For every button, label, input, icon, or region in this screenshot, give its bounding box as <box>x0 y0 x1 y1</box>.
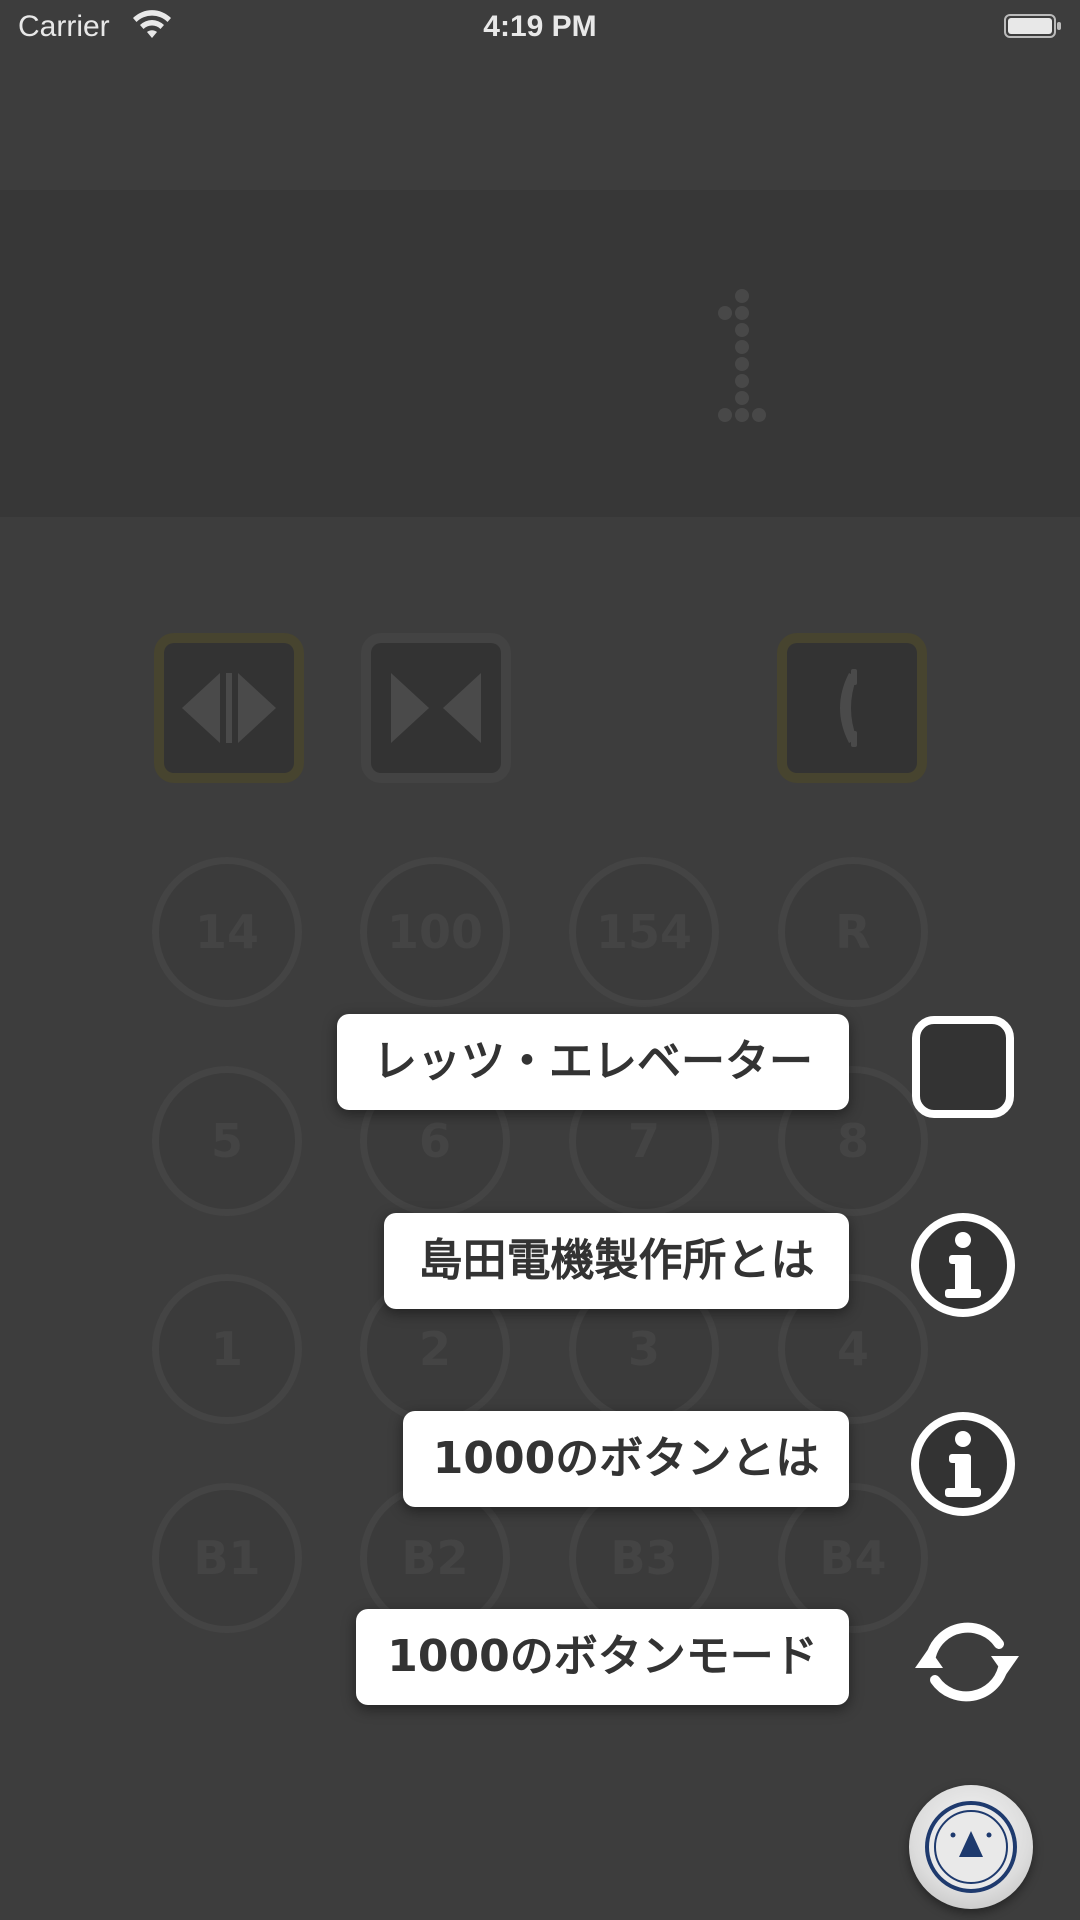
floor-button-5[interactable]: 5 <box>152 1066 302 1216</box>
emergency-call-button[interactable] <box>787 643 917 773</box>
status-bar: Carrier 4:19 PM <box>0 0 1080 54</box>
door-close-icon <box>391 673 481 743</box>
menu-label-1000-button-mode[interactable]: 1000のボタンモード <box>356 1609 849 1705</box>
refresh-icon[interactable] <box>907 1606 1027 1718</box>
floor-button-154[interactable]: 154 <box>569 857 719 1007</box>
floor-button-14[interactable]: 14 <box>152 857 302 1007</box>
floor-button-r[interactable]: R <box>778 857 928 1007</box>
door-open-icon <box>182 673 276 743</box>
clock: 4:19 PM <box>483 10 597 43</box>
door-close-button[interactable] <box>371 643 501 773</box>
menu-fab-button[interactable] <box>909 1785 1033 1909</box>
dot-matrix-digit <box>718 289 766 422</box>
door-open-button[interactable] <box>164 643 294 773</box>
floor-button-1[interactable]: 1 <box>152 1274 302 1424</box>
floor-display: 1 <box>0 190 1080 517</box>
menu-label-about-company[interactable]: 島田電機製作所とは <box>384 1213 849 1309</box>
info-icon[interactable] <box>907 1209 1019 1321</box>
floor-button-100[interactable]: 100 <box>360 857 510 1007</box>
floor-button-b1[interactable]: B1 <box>152 1483 302 1633</box>
info-icon[interactable] <box>907 1408 1019 1520</box>
phone-icon <box>840 669 857 747</box>
elevator-up-icon <box>925 1801 1017 1893</box>
menu-label-lets-elevator[interactable]: レッツ・エレベーター <box>337 1014 849 1110</box>
menu-label-about-1000-buttons[interactable]: 1000のボタンとは <box>403 1411 849 1507</box>
battery-icon <box>1004 14 1061 38</box>
square-icon[interactable] <box>907 1011 1019 1123</box>
